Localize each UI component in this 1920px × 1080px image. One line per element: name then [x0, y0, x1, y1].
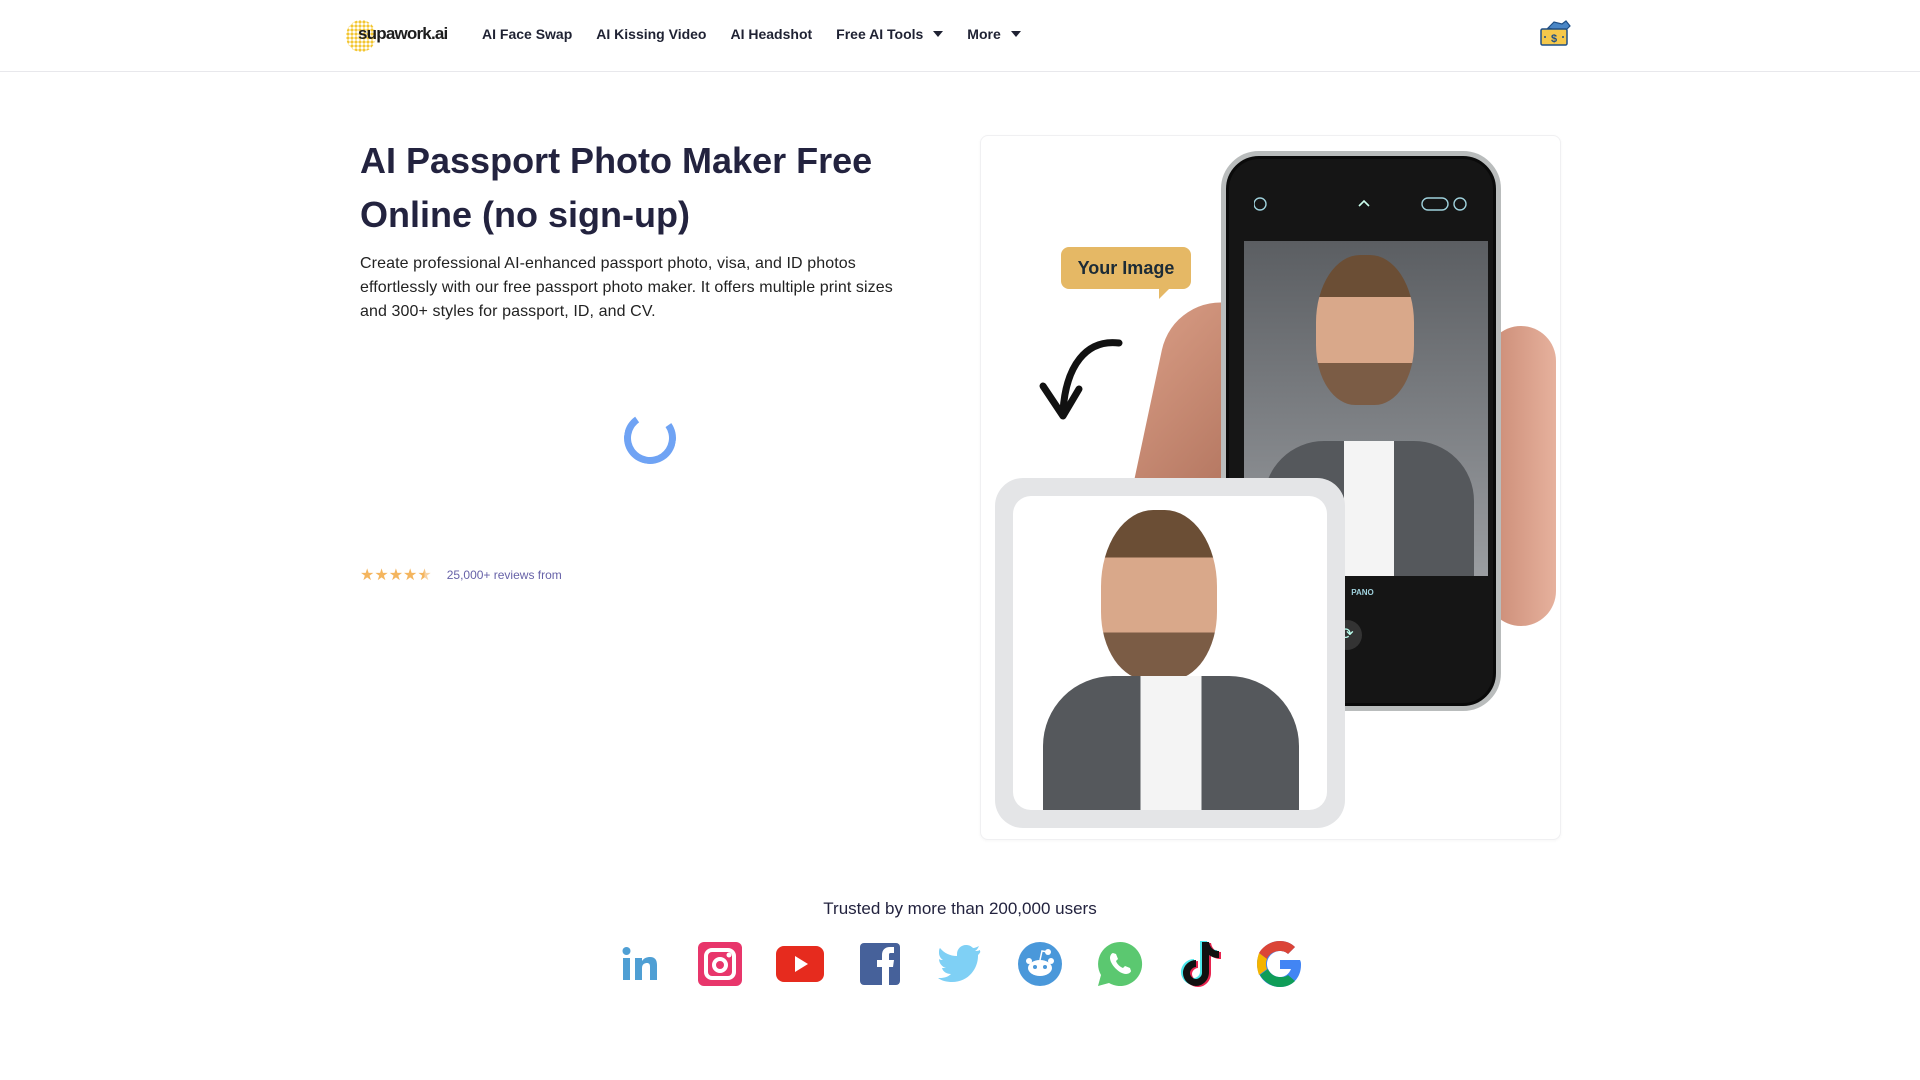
star-icon: ★	[360, 567, 374, 584]
portrait-face	[1316, 255, 1414, 405]
rating-row: ★ ★ ★ ★ ★ 25,000+ reviews from	[360, 565, 562, 585]
nav-free-ai-tools[interactable]: Free AI Tools	[836, 26, 944, 42]
youtube-icon	[776, 940, 824, 988]
nav-ai-face-swap[interactable]: AI Face Swap	[482, 26, 572, 42]
passport-face	[1101, 510, 1217, 680]
instagram-icon	[696, 940, 744, 988]
nav-label: AI Headshot	[730, 26, 813, 42]
reviews-count: 25,000+ reviews from	[446, 568, 562, 582]
curved-arrow-icon	[1039, 339, 1123, 420]
nav-label: More	[967, 26, 1001, 42]
reddit-icon	[1016, 940, 1064, 988]
mode-pano: PANO	[1351, 588, 1374, 597]
whatsapp-icon	[1096, 940, 1144, 988]
nav-ai-headshot[interactable]: AI Headshot	[730, 26, 812, 42]
trusted-text: Trusted by more than 200,000 users	[823, 899, 1097, 918]
loading-spinner	[619, 407, 681, 469]
your-image-bubble: Your Image	[1061, 247, 1191, 299]
camera-top-icons	[1254, 197, 1467, 211]
wallet-money-icon[interactable]: $	[1538, 18, 1572, 48]
nav-more[interactable]: More	[967, 26, 1021, 42]
page-title: AI Passport Photo Maker Free Online (no …	[360, 140, 873, 235]
logo-text: supawork.ai	[358, 24, 448, 43]
passport-result-frame	[995, 478, 1345, 828]
svg-text:$: $	[1551, 33, 1557, 45]
passport-suit	[1043, 676, 1299, 810]
star-rating: ★ ★ ★ ★ ★	[360, 565, 432, 585]
nav-label: Free AI Tools	[836, 26, 924, 42]
half-star-icon: ★	[417, 567, 431, 584]
hero-description: Create professional AI-enhanced passport…	[360, 255, 893, 320]
nav-ai-kissing-video[interactable]: AI Kissing Video	[596, 26, 706, 42]
star-icon: ★	[374, 567, 388, 584]
google-icon	[1256, 940, 1304, 988]
linkedin-icon	[616, 940, 664, 988]
passport-photo	[1013, 496, 1327, 810]
twitter-icon	[936, 940, 984, 988]
showcase-card: PHOTO PORTRAIT PANO ⟳ Your Image	[980, 135, 1561, 840]
nav-label: AI Kissing Video	[596, 26, 707, 42]
site-header: supawork.ai AI Face Swap AI Kissing Vide…	[0, 0, 1920, 72]
facebook-icon	[856, 940, 904, 988]
social-logos	[616, 940, 1304, 988]
supawork-logo[interactable]: supawork.ai	[346, 18, 448, 54]
main-nav: AI Face Swap AI Kissing Video AI Headsho…	[482, 26, 1045, 42]
nav-label: AI Face Swap	[482, 26, 573, 42]
caret-down-icon	[933, 31, 944, 37]
star-icon: ★	[388, 567, 403, 584]
star-icon: ★	[403, 567, 417, 584]
tiktok-icon	[1176, 940, 1224, 988]
caret-down-icon	[1010, 31, 1021, 37]
